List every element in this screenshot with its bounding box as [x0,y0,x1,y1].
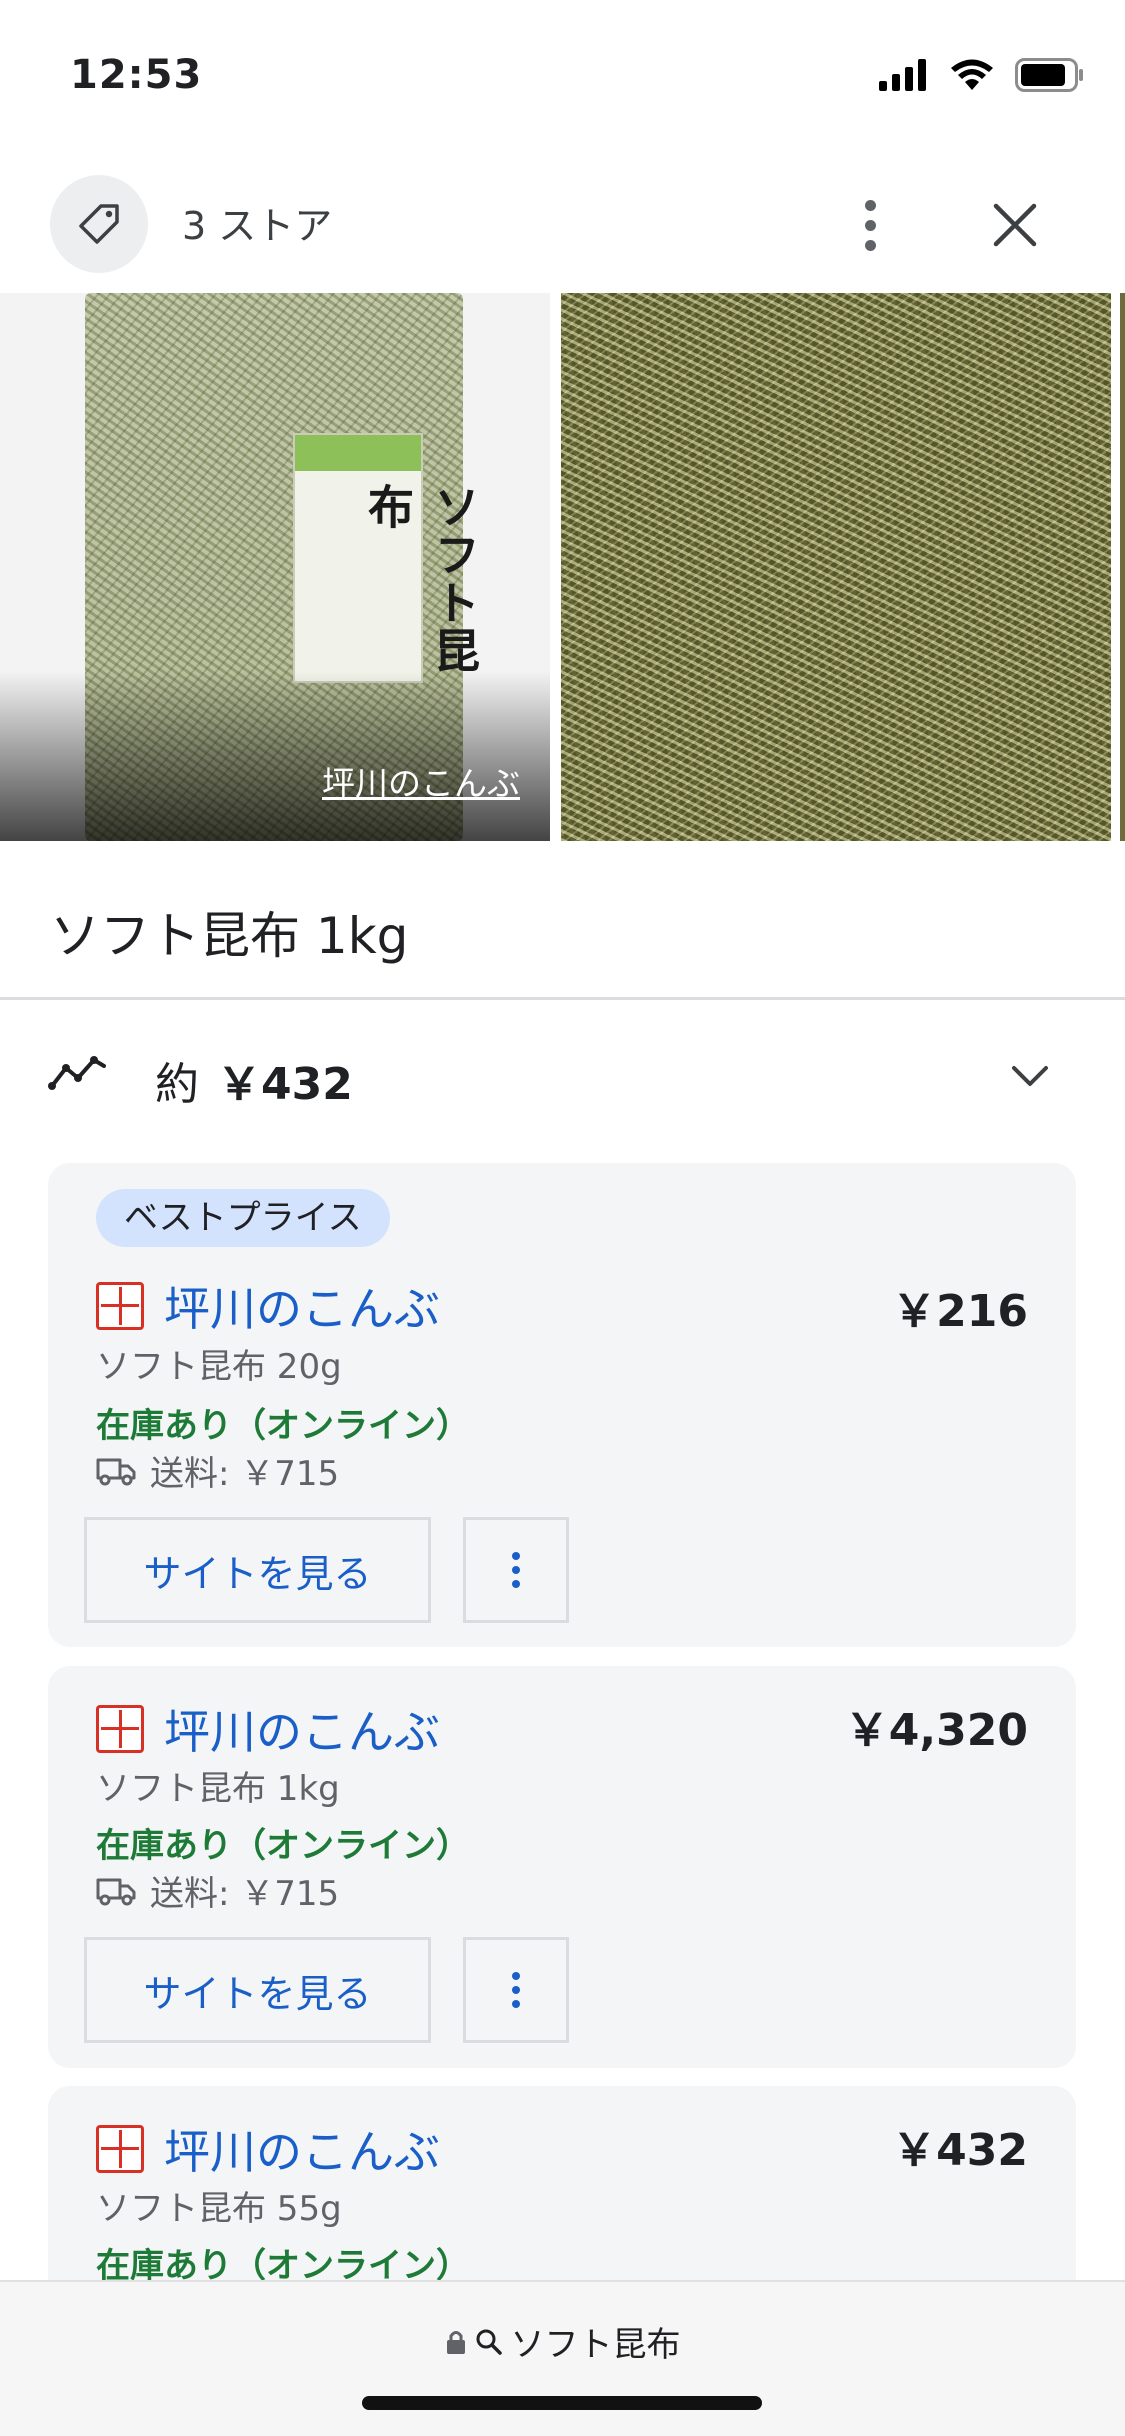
offer-description: ソフト昆布 55g [96,2189,342,2229]
image-source-link[interactable]: 坪川のこんぶ [322,757,520,805]
address-bar[interactable]: ソフト昆布 [0,2317,1125,2366]
offer-more-button[interactable] [463,1937,569,2043]
header-title: 3 ストア [182,204,333,248]
product-image-1[interactable]: ソフト昆布 坪川のこんぶ [0,293,550,841]
signal-icon [879,59,926,91]
store-row[interactable]: 坪川のこんぶ [96,2116,440,2182]
offer-more-button[interactable] [463,1517,569,1623]
more-vert-icon [864,199,876,211]
shipping-info: 送料: ￥715 [96,1446,339,1495]
more-vert-icon [512,1552,520,1560]
close-icon [993,203,1037,247]
status-icons [879,58,1085,92]
best-price-badge: ベストプライス [96,1189,390,1247]
truck-icon [96,1458,136,1485]
truck-icon [96,1878,136,1905]
visit-site-button[interactable]: サイトを見る [84,1937,431,2043]
offer-price: ￥4,320 [844,1705,1028,1756]
stock-status: 在庫あり（オンライン） [96,1406,470,1446]
offer-card: 坪川のこんぶ ￥4,320 ソフト昆布 1kg 在庫あり（オンライン） 送料: … [48,1666,1076,2068]
product-title: ソフト昆布 1kg [50,907,409,965]
browser-bottom-bar: ソフト昆布 [0,2280,1125,2436]
shipping-info: 送料: ￥715 [96,1866,339,1915]
price-trend-icon [48,1056,106,1090]
image-carousel[interactable]: ソフト昆布 坪川のこんぶ [0,293,1125,841]
offer-price: ￥216 [892,1286,1028,1337]
store-logo-icon [96,2125,144,2173]
battery-icon [1015,58,1083,92]
shipping-text: 送料: ￥715 [150,1454,340,1494]
product-image-3[interactable] [1120,293,1125,841]
wifi-icon [951,59,993,90]
store-logo-icon [96,1705,144,1753]
chevron-down-icon[interactable] [1010,1062,1050,1090]
visit-site-button[interactable]: サイトを見る [84,1517,431,1623]
tag-button[interactable] [50,175,148,273]
store-row[interactable]: 坪川のこんぶ [96,1696,440,1762]
store-name-link[interactable]: 坪川のこんぶ [164,1696,440,1762]
price-summary-value: ￥432 [217,1059,353,1110]
header: 3 ストア [0,165,1125,285]
store-row[interactable]: 坪川のこんぶ [96,1273,440,1339]
search-icon [476,2329,502,2355]
more-vert-icon [512,1972,520,1980]
home-indicator[interactable] [362,2396,762,2410]
offer-card: ベストプライス 坪川のこんぶ ￥216 ソフト昆布 20g 在庫あり（オンライン… [48,1163,1076,1647]
tag-icon [79,204,119,244]
divider [0,997,1125,1000]
status-time: 12:53 [70,52,203,98]
more-options-button[interactable] [840,187,900,263]
offer-price: ￥432 [892,2125,1028,2176]
offer-description: ソフト昆布 20g [96,1347,342,1387]
lock-icon [446,2330,465,2354]
price-summary-text: 約 ￥432 [155,1048,353,1112]
store-name-link[interactable]: 坪川のこんぶ [164,1273,440,1339]
shipping-text: 送料: ￥715 [150,1874,340,1914]
price-summary-row[interactable]: 約 ￥432 [0,1010,1125,1140]
close-button[interactable] [985,195,1045,255]
offer-description: ソフト昆布 1kg [96,1769,340,1809]
price-approx-label: 約 [155,1059,199,1110]
product-image-2[interactable] [561,293,1111,841]
status-bar: 12:53 [0,0,1125,150]
package-label: ソフト昆布 [293,433,481,683]
store-logo-icon [96,1282,144,1330]
address-text: ソフト昆布 [510,2325,681,2365]
store-name-link[interactable]: 坪川のこんぶ [164,2116,440,2182]
stock-status: 在庫あり（オンライン） [96,1826,470,1866]
